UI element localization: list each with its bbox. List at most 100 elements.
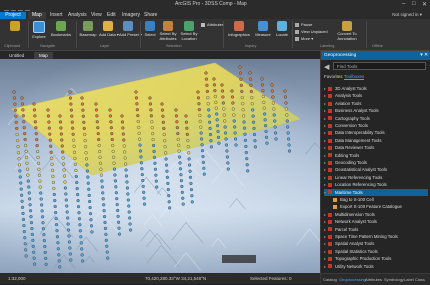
toolbox-item[interactable]: ▸ Data Reviewer Tools — [324, 144, 428, 151]
toolbox-item[interactable]: ▸ Business Analyst Tools — [324, 107, 428, 114]
tab-share[interactable]: Share — [140, 12, 161, 19]
map-scene-view[interactable] — [0, 59, 320, 273]
sample-point — [245, 157, 249, 161]
basemap-button[interactable]: Basemap — [79, 21, 97, 37]
tab-favorites[interactable]: Favorites — [324, 74, 343, 79]
back-icon[interactable]: ◀ — [324, 63, 329, 71]
toolbox-item[interactable]: ▸ Network Analyst Tools — [324, 218, 428, 225]
bottom-tab-symbology[interactable]: Symbology — [384, 277, 404, 282]
toolbox-item[interactable]: ▸ Cartography Tools — [324, 115, 428, 122]
toolbox-item[interactable]: ▸ Utility Network Tools — [324, 263, 428, 270]
explore-button[interactable]: Explore — [30, 21, 48, 39]
view-unplaced-button[interactable]: View Unplaced — [295, 29, 328, 34]
toolbox-item[interactable]: ▸ Space Time Pattern Mining Tools — [324, 233, 428, 240]
sample-point — [22, 223, 26, 228]
sample-point — [84, 157, 89, 161]
toolbox-item[interactable]: ▸ Geocoding Tools — [324, 159, 428, 166]
toolbox-item[interactable]: ▸ Location Referencing Tools — [324, 181, 428, 188]
tab-toolboxes[interactable]: Toolboxes — [344, 74, 365, 80]
paste-button[interactable] — [4, 21, 26, 32]
bottom-tab-geoprocessing[interactable]: Geoprocessing — [339, 277, 366, 282]
tool-item[interactable]: Export S-100 Feature Catalogue — [333, 203, 428, 210]
quick-access-toolbar[interactable] — [4, 2, 44, 15]
view-tab-map[interactable]: Map — [34, 52, 53, 59]
toolbox-item[interactable]: ▸ Linear Referencing Tools — [324, 174, 428, 181]
sample-point — [202, 166, 206, 170]
sample-point — [106, 256, 110, 260]
maximize-icon[interactable]: □ — [412, 1, 416, 7]
bottom-tab-attributes[interactable]: Attributes — [365, 277, 382, 282]
sample-point — [139, 155, 143, 159]
find-tools-input[interactable]: Find Tools — [333, 62, 426, 70]
tool-item[interactable]: Bag to S-100 Cell — [333, 196, 428, 203]
toolbox-item[interactable]: ▸ Spatial Analyst Tools — [324, 240, 428, 247]
convert-to-annotation-button[interactable]: Convert To Annotation — [332, 21, 362, 41]
sample-point — [231, 107, 235, 111]
toolbox-item[interactable]: ▸ Editing Tools — [324, 152, 428, 159]
scale-field[interactable]: 1:32,000 — [8, 276, 26, 281]
toolbox-item[interactable]: ▸ 3D Analyst Tools — [324, 85, 428, 92]
sample-point — [287, 143, 291, 147]
select-by-location-button[interactable]: Select By Location — [179, 21, 199, 41]
sample-point — [153, 161, 157, 165]
bottom-tab-catalog[interactable]: Catalog — [323, 277, 337, 282]
sample-point — [163, 139, 167, 143]
account-status[interactable]: Not signed in ▾ — [392, 12, 422, 18]
pause-button[interactable]: Pause — [295, 22, 312, 27]
toolbox-item[interactable]: ▸ Aviation Tools — [324, 100, 428, 107]
more-button[interactable]: More ▾ — [295, 36, 313, 41]
pane-controls[interactable]: ▾ ✕ — [420, 53, 428, 58]
scene-canvas[interactable] — [0, 59, 320, 273]
locate-button[interactable]: Locate — [274, 21, 290, 37]
sample-point — [76, 205, 81, 209]
sample-point — [285, 113, 289, 117]
tab-project[interactable]: Project — [0, 12, 26, 19]
toolbox-item[interactable]: ▸ Multidimension Tools — [324, 211, 428, 218]
sample-point — [72, 150, 77, 154]
ribbon: Explore Bookmarks Basemap Add Data ▾ Add… — [0, 19, 430, 51]
sample-point — [164, 157, 168, 161]
close-icon[interactable]: ✕ — [422, 1, 427, 8]
nav-control[interactable] — [222, 255, 256, 263]
toolbox-item[interactable]: ▸ Topographic Production Tools — [324, 255, 428, 262]
tab-map[interactable]: Map — [28, 12, 46, 19]
sample-point — [24, 254, 28, 258]
toolbox-item[interactable]: ▸ Analysis Tools — [324, 92, 428, 99]
sample-point — [125, 186, 129, 190]
add-data-button[interactable]: Add Data ▾ — [99, 21, 119, 37]
select-button[interactable]: Select — [143, 21, 157, 37]
sample-point — [80, 253, 84, 257]
sample-point — [79, 235, 83, 239]
attributes-button[interactable]: Attributes — [201, 22, 224, 27]
toolbox-item[interactable]: ▸ Data Interoperability Tools — [324, 129, 428, 136]
sample-point — [44, 256, 48, 260]
sample-point — [264, 129, 268, 134]
toolbox-item[interactable]: ▸ Spatial Statistics Tools — [324, 248, 428, 255]
sample-point — [166, 187, 170, 192]
add-preset-icon — [123, 21, 133, 31]
sample-point — [12, 90, 16, 94]
sample-point — [64, 198, 68, 202]
sample-point — [88, 199, 92, 204]
view-tab-untitled[interactable]: Untitled — [4, 52, 29, 59]
toolbox-item[interactable]: ▾ Maritime Tools — [324, 188, 428, 196]
toolbox-item[interactable]: ▸ Conversion Tools — [324, 122, 428, 129]
add-preset-button[interactable]: Add Preset ▾ — [119, 21, 142, 37]
group-separator — [28, 21, 29, 48]
sample-point — [208, 120, 212, 124]
sample-point — [138, 149, 143, 153]
minimize-icon[interactable]: – — [402, 1, 405, 7]
sample-point — [204, 77, 209, 81]
toolbox-item[interactable]: ▸ Data Management Tools — [324, 137, 428, 144]
bookmarks-button[interactable]: Bookmarks — [50, 21, 72, 37]
bottom-tab-label-class[interactable]: Label Class — [404, 277, 425, 282]
measure-button[interactable]: Measure — [254, 21, 272, 37]
toolbox-icon — [328, 190, 332, 195]
toolbox-icon — [328, 116, 332, 121]
select-by-attributes-button[interactable]: Select By Attributes — [158, 21, 178, 41]
sample-point — [283, 95, 288, 99]
infographics-button[interactable]: Infographics — [226, 21, 252, 37]
sample-point — [67, 234, 71, 238]
toolbox-item[interactable]: ▸ Geostatistical Analyst Tools — [324, 166, 428, 173]
toolbox-item[interactable]: ▸ Parcel Tools — [324, 226, 428, 233]
